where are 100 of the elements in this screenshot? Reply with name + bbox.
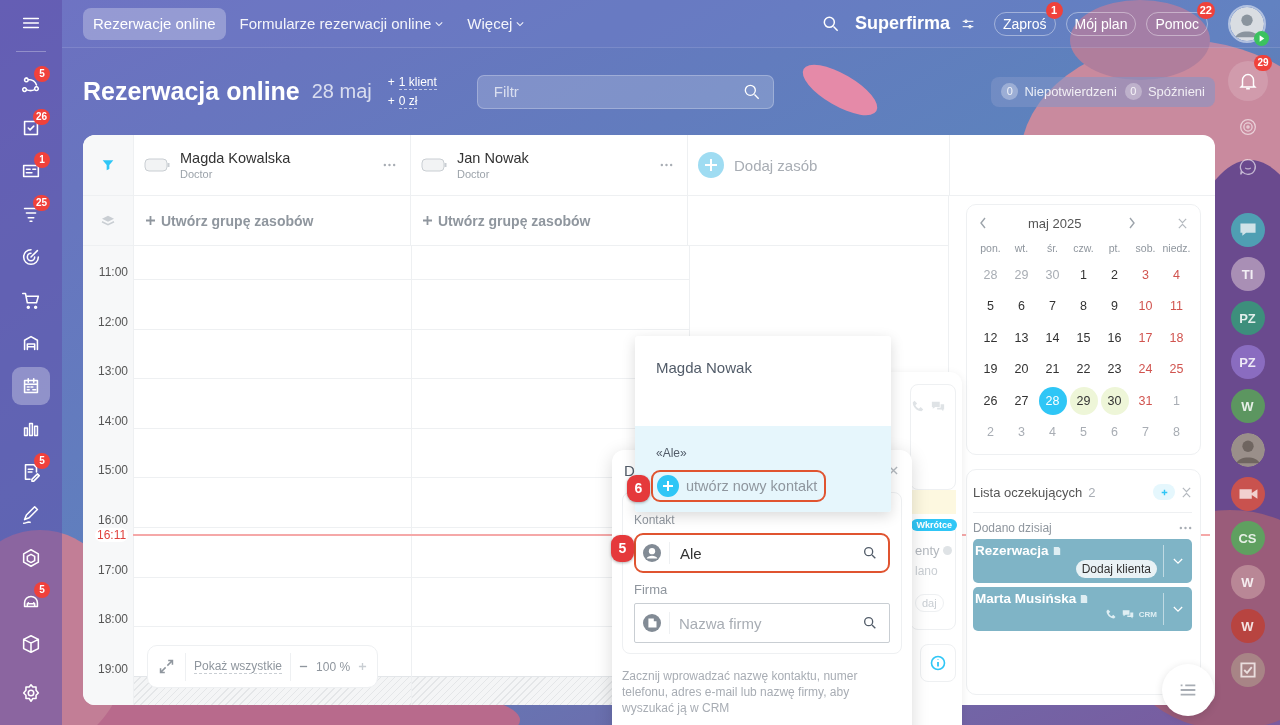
time-label: 15:00 bbox=[97, 463, 128, 478]
video-camera-icon[interactable] bbox=[1230, 477, 1265, 511]
calendar-day[interactable]: 27 bbox=[1007, 386, 1036, 415]
nav-button[interactable]: 5 bbox=[12, 66, 50, 104]
calendar-day[interactable]: 17 bbox=[1131, 323, 1160, 352]
calendar-day[interactable]: 24 bbox=[1131, 355, 1160, 383]
current-time: 16:11 bbox=[95, 528, 129, 542]
chat-icon[interactable] bbox=[1121, 608, 1134, 620]
waiting-item[interactable]: Rezerwacja Dodaj klienta bbox=[973, 539, 1192, 583]
calendar-day[interactable]: 15 bbox=[1069, 323, 1098, 352]
target-icon bbox=[20, 246, 42, 268]
chat-icon[interactable] bbox=[931, 399, 945, 413]
company-field[interactable]: Nazwa firmy bbox=[634, 603, 890, 643]
add-button[interactable] bbox=[1153, 484, 1175, 500]
calendar-day[interactable]: 8 bbox=[1162, 418, 1191, 446]
calendar-day[interactable]: 22 bbox=[1069, 355, 1098, 383]
nav-button[interactable]: 25 bbox=[12, 195, 50, 233]
calendar-day[interactable]: 21 bbox=[1038, 355, 1067, 383]
show-all-link[interactable]: Pokaż wszystkie bbox=[194, 659, 283, 674]
next-icon[interactable] bbox=[1128, 217, 1137, 229]
calendar-day[interactable]: 6 bbox=[1100, 418, 1129, 446]
calendar-day[interactable]: 18 bbox=[1162, 323, 1191, 352]
calendar-day[interactable]: 29 bbox=[1069, 386, 1098, 415]
contact-field[interactable]: Ale bbox=[634, 533, 890, 573]
person-icon bbox=[643, 544, 661, 562]
calendar-day[interactable]: 19 bbox=[976, 355, 1005, 383]
calendar-day[interactable]: 4 bbox=[1162, 260, 1191, 289]
calendar-day[interactable]: 14 bbox=[1038, 323, 1067, 352]
calendar-day[interactable]: 1 bbox=[1069, 260, 1098, 289]
calendar-day[interactable]: 25 bbox=[1162, 355, 1191, 383]
stat-link[interactable]: 1 klient bbox=[398, 74, 437, 90]
calendar-day[interactable]: 4 bbox=[1038, 418, 1067, 446]
calendar-day[interactable]: 9 bbox=[1100, 292, 1129, 320]
item-title: Rezerwacja bbox=[975, 543, 1049, 558]
user-avatar[interactable] bbox=[1228, 4, 1266, 43]
stat-link[interactable]: 0 zł bbox=[398, 93, 418, 109]
calendar-day[interactable]: 7 bbox=[1131, 418, 1160, 446]
calendar-day[interactable]: 11 bbox=[1162, 292, 1191, 320]
checklist-icon[interactable] bbox=[1230, 653, 1265, 687]
crm-tag[interactable]: CRM bbox=[1138, 609, 1157, 619]
calendar-day[interactable]: 28 bbox=[1038, 386, 1067, 415]
calendar-day[interactable]: 2 bbox=[976, 418, 1005, 446]
create-group-button[interactable]: Utwórz grupę zasobów bbox=[423, 212, 591, 229]
calendar-day[interactable]: 7 bbox=[1038, 292, 1067, 320]
create-contact-button[interactable]: utwórz nowy kontakt bbox=[651, 470, 827, 502]
info-button[interactable] bbox=[920, 644, 956, 682]
create-group-button[interactable]: Utwórz grupę zasobów bbox=[146, 212, 314, 229]
add-client-button[interactable]: Dodaj klienta bbox=[1075, 560, 1157, 578]
waiting-item[interactable]: Marta Musińska CRM bbox=[973, 587, 1192, 631]
plus-icon[interactable] bbox=[698, 152, 724, 178]
counter-button[interactable]: 0 Niepotwierdzeni bbox=[997, 83, 1121, 100]
collapse-icon[interactable] bbox=[1181, 486, 1192, 498]
expand-icon[interactable] bbox=[158, 658, 175, 675]
calendar-day[interactable]: 6 bbox=[1007, 292, 1036, 320]
calendar-day[interactable]: 12 bbox=[976, 323, 1005, 352]
close-icon[interactable] bbox=[889, 465, 898, 475]
calendar-day[interactable]: 5 bbox=[1069, 418, 1098, 446]
more-icon[interactable] bbox=[383, 163, 396, 167]
phone-icon[interactable] bbox=[1104, 608, 1117, 620]
calendar-day[interactable]: 31 bbox=[1131, 386, 1160, 415]
nav-button[interactable]: 1 bbox=[12, 152, 50, 190]
calendar-day[interactable]: 23 bbox=[1100, 355, 1129, 383]
more-icon[interactable] bbox=[1179, 526, 1192, 530]
calendar-day[interactable]: 8 bbox=[1069, 292, 1098, 320]
calendar-day[interactable]: 16 bbox=[1100, 323, 1129, 352]
phone-icon[interactable] bbox=[911, 399, 925, 413]
collapse-icon[interactable] bbox=[1177, 217, 1188, 229]
contact-avatar[interactable] bbox=[1230, 433, 1265, 467]
nav-button[interactable]: 5 bbox=[12, 582, 50, 620]
tab[interactable]: Formularze rezerwacji online bbox=[229, 7, 454, 40]
toggle-icon[interactable] bbox=[144, 158, 170, 172]
play-icon bbox=[1254, 30, 1269, 46]
filter-icon[interactable] bbox=[100, 157, 116, 173]
chat-avatar-icon[interactable] bbox=[1230, 213, 1265, 247]
plus-icon[interactable] bbox=[358, 662, 368, 671]
calendar-day[interactable]: 5 bbox=[976, 292, 1005, 320]
more-icon[interactable] bbox=[660, 163, 673, 167]
counter-button[interactable]: 0 Spóźnieni bbox=[1120, 83, 1209, 100]
calendar-day[interactable]: 10 bbox=[1131, 292, 1160, 320]
add-resource-link[interactable]: Dodaj zasób bbox=[734, 156, 818, 174]
tab[interactable]: Rezerwacje online bbox=[83, 7, 226, 40]
calendar-day[interactable]: 2 bbox=[1100, 260, 1129, 289]
calendar-day[interactable]: 30 bbox=[1038, 260, 1067, 289]
calendar-day[interactable]: 3 bbox=[1007, 418, 1036, 446]
contact-option[interactable]: Magda Nowak bbox=[656, 359, 752, 376]
tab[interactable]: Więcej bbox=[457, 7, 535, 40]
calendar-day[interactable]: 3 bbox=[1131, 260, 1160, 289]
previous-icon[interactable] bbox=[979, 217, 987, 229]
calendar-day[interactable]: 20 bbox=[1007, 355, 1036, 383]
nav-button[interactable] bbox=[12, 367, 50, 405]
calendar-day[interactable]: 1 bbox=[1162, 386, 1191, 415]
calendar-day[interactable]: 26 bbox=[976, 386, 1005, 415]
toggle-icon[interactable] bbox=[421, 158, 447, 172]
calendar-day[interactable]: 28 bbox=[976, 260, 1005, 289]
nav-button[interactable]: 26 bbox=[12, 109, 50, 147]
company-name: Superfirma bbox=[854, 13, 950, 34]
calendar-day[interactable]: 30 bbox=[1100, 386, 1129, 415]
calendar-day[interactable]: 13 bbox=[1007, 323, 1036, 352]
calendar-day[interactable]: 29 bbox=[1007, 260, 1036, 289]
nav-button[interactable]: 5 bbox=[12, 453, 50, 491]
